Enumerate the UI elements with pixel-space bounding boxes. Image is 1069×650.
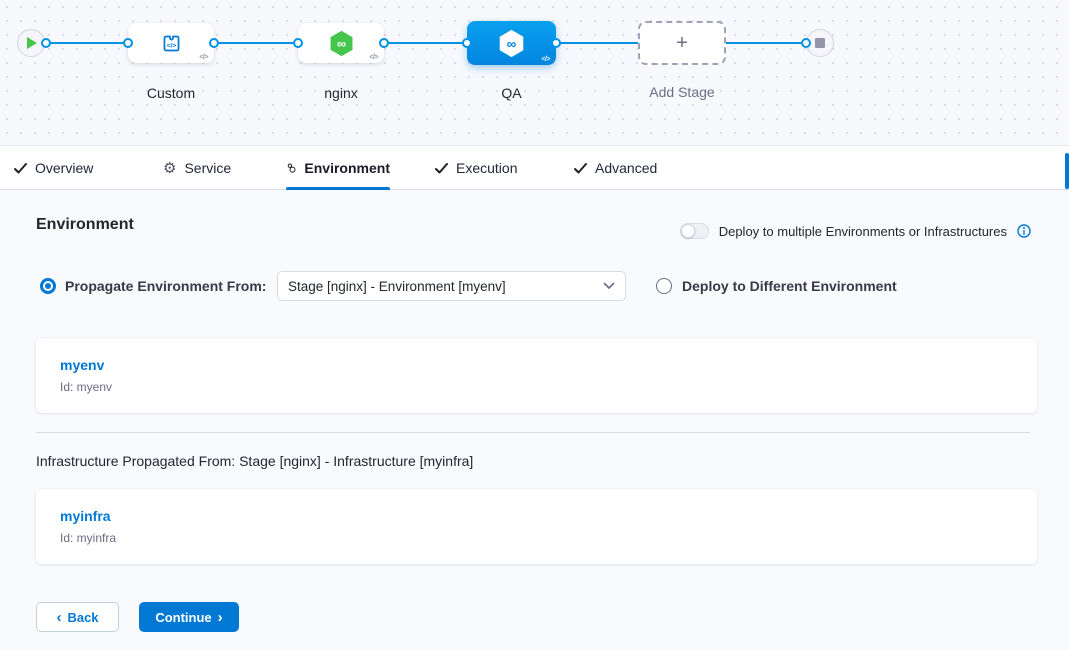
different-environment-row: Deploy to Different Environment: [656, 278, 897, 294]
stage-label-nginx: nginx: [298, 85, 384, 101]
tab-label: Advanced: [595, 160, 657, 176]
selected-option-label: Stage [nginx] - Environment [myenv]: [288, 279, 506, 294]
environment-card: myenv Id: myenv: [36, 338, 1037, 413]
node-port: [209, 38, 219, 48]
infrastructure-card: myinfra Id: myinfra: [36, 489, 1037, 564]
stage-label-custom: Custom: [128, 85, 214, 101]
multi-environment-toggle-label: Deploy to multiple Environments or Infra…: [719, 224, 1007, 239]
chevron-left-icon: ‹: [56, 610, 61, 625]
section-divider: [36, 432, 1030, 433]
propagate-environment-row: Propagate Environment From:: [40, 278, 266, 294]
stage-label-add-stage: Add Stage: [638, 84, 726, 100]
deploy-stage-icon: ∞: [497, 29, 526, 58]
stage-node-qa-selected[interactable]: ∞ </>: [467, 21, 556, 65]
infrastructure-propagated-note: Infrastructure Propagated From: Stage [n…: [36, 453, 473, 469]
tab-advanced[interactable]: Advanced: [574, 147, 657, 189]
different-environment-label[interactable]: Deploy to Different Environment: [682, 278, 897, 294]
stage-label-qa: QA: [467, 85, 556, 101]
connector-line: [556, 42, 638, 44]
infrastructure-id-text: Id: myinfra: [60, 531, 116, 545]
scrollbar-thumb[interactable]: [1065, 153, 1069, 189]
code-view-icon: </>: [541, 56, 550, 63]
node-port: [379, 38, 389, 48]
tab-label: Overview: [35, 160, 93, 176]
svg-text:∞: ∞: [336, 37, 345, 51]
connector-line: [384, 42, 467, 44]
tab-label: Execution: [456, 160, 517, 176]
different-environment-radio[interactable]: [656, 278, 672, 294]
plus-icon: +: [676, 32, 688, 55]
environment-id-text: Id: myenv: [60, 380, 112, 394]
node-port: [801, 38, 811, 48]
back-button-label: Back: [67, 610, 98, 625]
node-port: [123, 38, 133, 48]
tab-overview[interactable]: Overview: [14, 147, 93, 189]
toggle-knob: [681, 224, 695, 238]
propagate-environment-radio[interactable]: [40, 278, 56, 294]
custom-stage-icon: </>: [159, 31, 184, 56]
propagate-environment-label[interactable]: Propagate Environment From:: [65, 278, 266, 294]
pipeline-canvas: </> </> ∞ </> ∞ </> +: [0, 0, 1069, 146]
code-view-icon: </>: [199, 54, 208, 61]
pipeline-stage-screen: </> </> ∞ </> ∞ </> +: [0, 0, 1069, 650]
code-view-icon: </>: [369, 54, 378, 61]
multi-environment-toggle[interactable]: [680, 223, 709, 239]
multi-environment-toggle-row: Deploy to multiple Environments or Infra…: [680, 223, 1031, 239]
add-stage-button[interactable]: +: [638, 21, 726, 65]
connector-line: [214, 42, 298, 44]
environment-tab-panel: Environment Deploy to multiple Environme…: [0, 190, 1069, 650]
play-icon: [26, 37, 37, 49]
check-icon: [435, 163, 448, 174]
node-port: [293, 38, 303, 48]
stop-icon: [815, 38, 825, 48]
node-port: [551, 38, 561, 48]
environment-name-link[interactable]: myenv: [60, 357, 104, 373]
section-heading: Environment: [36, 216, 134, 234]
connector-line: [46, 42, 128, 44]
node-port: [41, 38, 51, 48]
tab-execution[interactable]: Execution: [435, 147, 517, 189]
tab-label: Environment: [304, 160, 390, 176]
continue-button[interactable]: Continue ›: [139, 602, 239, 632]
connector-line: [726, 42, 806, 44]
propagate-environment-select[interactable]: Stage [nginx] - Environment [myenv]: [277, 271, 626, 301]
stage-node-nginx[interactable]: ∞ </>: [298, 23, 384, 63]
info-icon[interactable]: [1017, 224, 1031, 238]
svg-text:</>: </>: [166, 42, 176, 49]
chevron-down-icon: [603, 282, 615, 290]
gear-icon: ⚙: [163, 161, 176, 176]
tab-service[interactable]: ⚙ Service: [163, 147, 231, 189]
svg-text:∞: ∞: [507, 36, 517, 51]
check-icon: [574, 163, 587, 174]
chevron-right-icon: ›: [218, 610, 223, 625]
tab-environment[interactable]: Environment: [286, 147, 390, 189]
stage-tabbar: Overview ⚙ Service Environment Execution…: [0, 147, 1069, 190]
back-button[interactable]: ‹ Back: [36, 602, 119, 632]
node-port: [462, 38, 472, 48]
environment-icon: [286, 160, 296, 176]
infrastructure-name-link[interactable]: myinfra: [60, 508, 111, 524]
tab-label: Service: [184, 160, 231, 176]
stage-node-custom[interactable]: </> </>: [128, 23, 214, 63]
check-icon: [14, 163, 27, 174]
continue-button-label: Continue: [155, 610, 211, 625]
deploy-stage-icon: ∞: [328, 30, 355, 57]
